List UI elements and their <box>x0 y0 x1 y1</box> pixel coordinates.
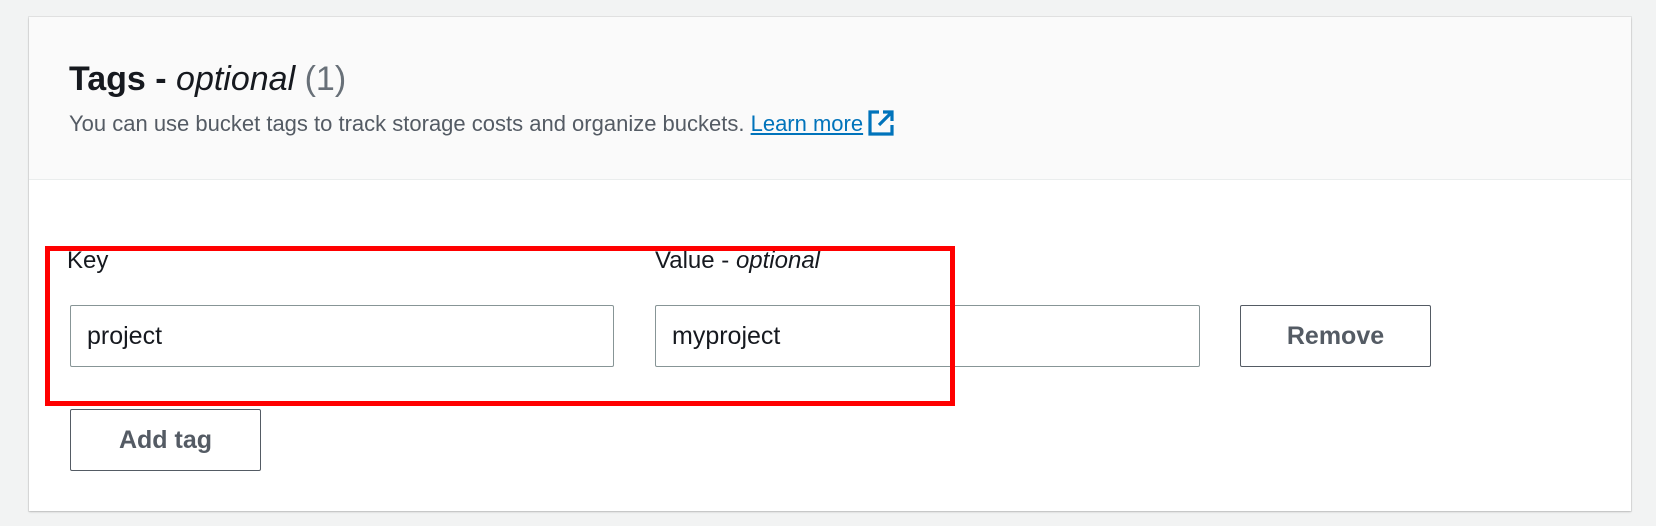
title-text: Tags - <box>69 60 177 98</box>
key-label: Key <box>67 247 109 274</box>
value-label: Value - optional <box>655 246 820 276</box>
tags-panel: Tags - optional (1) You can use bucket t… <box>29 17 1631 511</box>
key-input[interactable] <box>70 305 614 367</box>
description-text: You can use bucket tags to track storage… <box>69 111 751 136</box>
add-tag-button[interactable]: Add tag <box>70 409 261 471</box>
external-link-icon[interactable] <box>867 109 895 137</box>
tags-panel-title: Tags - optional (1) <box>69 57 1631 101</box>
tag-count: (1) <box>304 60 347 98</box>
remove-tag-button[interactable]: Remove <box>1240 305 1431 367</box>
title-optional-text: optional <box>176 60 296 98</box>
tags-description: You can use bucket tags to track storage… <box>69 109 1631 139</box>
learn-more-link[interactable]: Learn more <box>751 111 864 136</box>
value-input[interactable] <box>655 305 1200 367</box>
tags-panel-header: Tags - optional (1) You can use bucket t… <box>29 17 1631 180</box>
value-label-optional: optional <box>735 247 821 274</box>
value-label-text: Value - <box>655 247 736 274</box>
